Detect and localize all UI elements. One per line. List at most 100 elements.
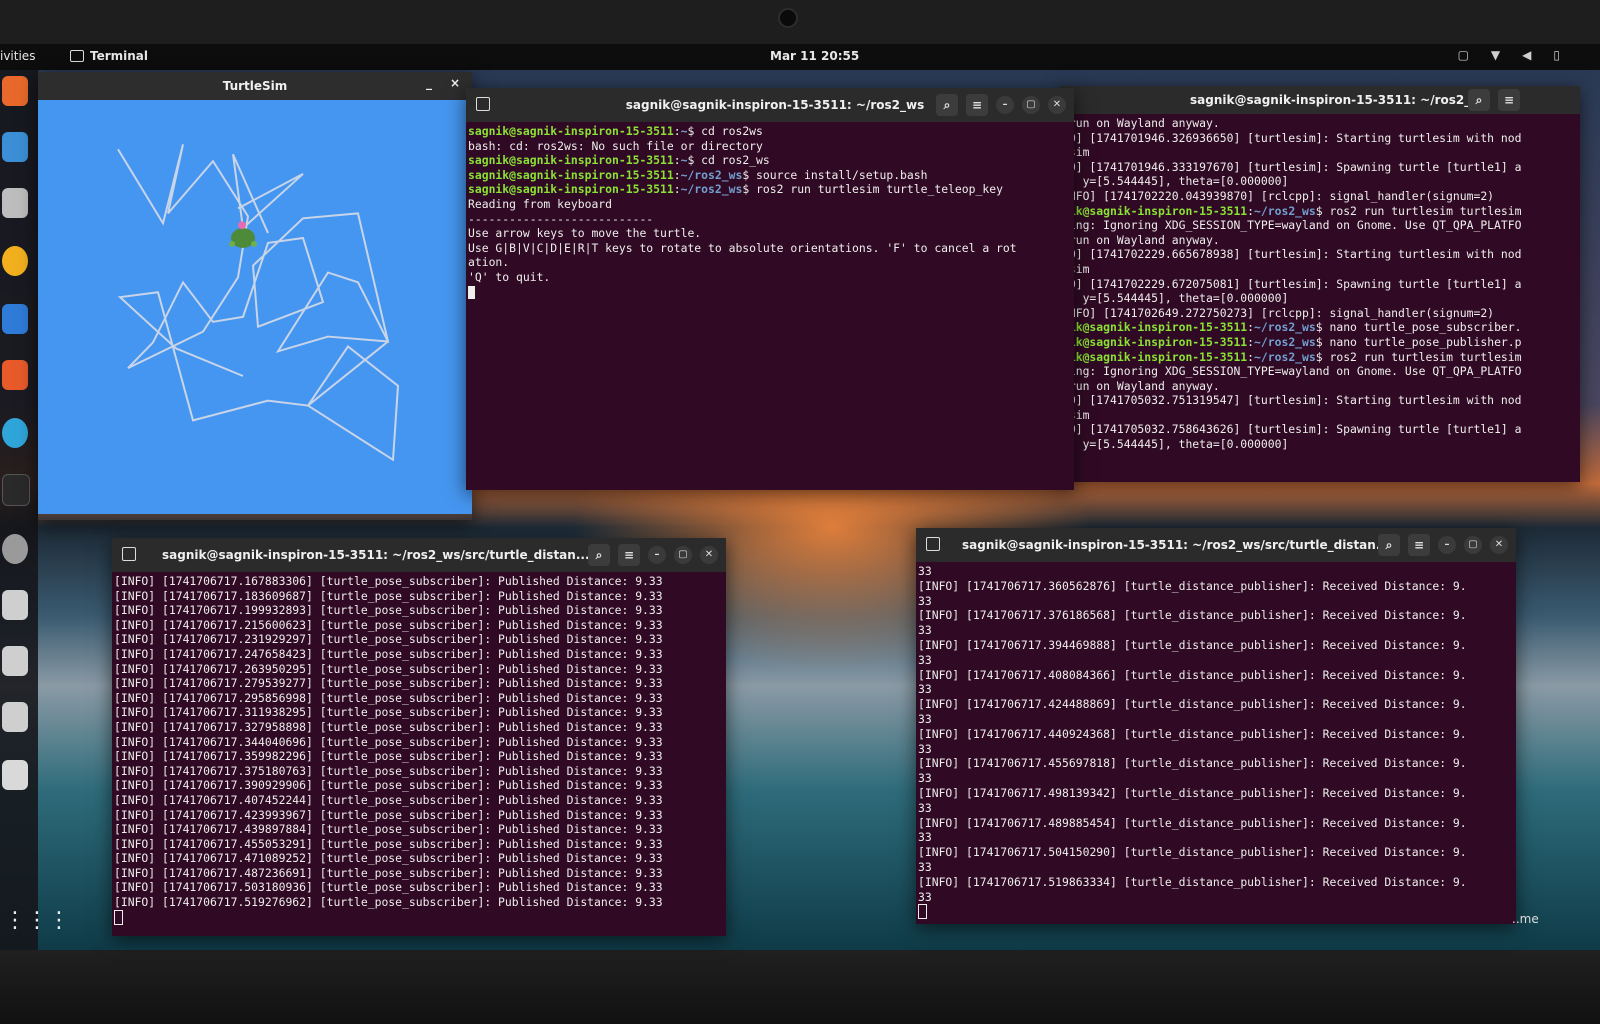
- search-icon[interactable]: ⌕: [1378, 534, 1400, 556]
- terminal-line: 33: [918, 623, 932, 638]
- desktop-overlay-label: ..me: [1512, 912, 1539, 926]
- search-icon[interactable]: ⌕: [936, 94, 958, 116]
- terminal-window-publisher[interactable]: sagnik@sagnik-inspiron-15-3511: ~/ros2_w…: [916, 528, 1516, 924]
- terminal-line: [INFO] [1741706717.199932893] [turtle_po…: [114, 603, 663, 618]
- window-titlebar[interactable]: TurtleSim _ ×: [38, 72, 472, 100]
- terminal-line: 'Q' to quit.: [468, 269, 551, 284]
- terminal-line: [INFO] [1741706717.408084366] [turtle_di…: [918, 667, 1467, 682]
- system-tray[interactable]: ▢ ▼ ◀ ▯: [1458, 48, 1560, 62]
- terminal-line: Reading from keyboard: [468, 196, 613, 211]
- terminal-line: run on Wayland anyway.: [1062, 116, 1220, 130]
- drive-icon[interactable]: [2, 590, 28, 620]
- terminal-output[interactable]: sagnik@sagnik-inspiron-15-3511:~$ cd ros…: [466, 122, 1074, 490]
- terminal-line: [INFO] [1741706717.375180763] [turtle_po…: [114, 763, 663, 778]
- terminal-output[interactable]: 33 [INFO] [1741706717.360562876] [turtle_…: [916, 562, 1516, 924]
- terminal-window-turtlesim[interactable]: sagnik@sagnik-inspiron-15-3511: ~/ros2_w…: [1060, 86, 1580, 482]
- rhythmbox-icon[interactable]: [2, 246, 28, 276]
- prompt-separator: :: [1247, 349, 1255, 364]
- files-icon[interactable]: [2, 188, 28, 218]
- terminal-window-subscriber[interactable]: sagnik@sagnik-inspiron-15-3511: ~/ros2_w…: [112, 538, 726, 936]
- terminal-line: ation.: [468, 255, 510, 270]
- battery-icon: ▯: [1553, 48, 1560, 62]
- maximize-button[interactable]: ▢: [1464, 536, 1482, 554]
- terminal-output[interactable]: [INFO] [1741706717.167883306] [turtle_po…: [112, 572, 726, 936]
- minimize-button[interactable]: –: [996, 96, 1014, 114]
- terminal-line: [INFO] [1741706717.376186568] [turtle_di…: [918, 608, 1467, 623]
- prompt-user: nik@sagnik-inspiron-15-3511: [1062, 349, 1248, 364]
- new-tab-icon[interactable]: [926, 537, 940, 551]
- volume-icon: ◀: [1522, 48, 1532, 62]
- wifi-icon: ▼: [1490, 48, 1501, 62]
- help-icon[interactable]: [2, 418, 28, 448]
- terminal-line: 33: [918, 593, 932, 608]
- menu-icon[interactable]: ≡: [618, 544, 640, 566]
- menu-icon[interactable]: ≡: [1498, 89, 1520, 111]
- command-text: $ source install/setup.bash: [742, 167, 928, 182]
- maximize-button[interactable]: ▢: [674, 546, 692, 564]
- prompt-user: nik@sagnik-inspiron-15-3511: [1062, 203, 1248, 218]
- minimize-button[interactable]: _: [426, 76, 432, 90]
- terminal-line: [INFO] [1741706717.394469888] [turtle_di…: [918, 637, 1467, 652]
- trash-icon[interactable]: [2, 760, 28, 790]
- prompt-path: ~/ros2_ws: [680, 182, 743, 197]
- terminal-line: sagnik@sagnik-inspiron-15-3511:~/ros2_ws…: [468, 168, 1072, 183]
- turtlesim-window[interactable]: TurtleSim _ ×: [38, 72, 472, 520]
- search-icon[interactable]: ⌕: [1468, 89, 1490, 111]
- window-title: TurtleSim: [222, 79, 288, 93]
- activities-button[interactable]: ivities: [0, 49, 35, 63]
- prompt-path: ~/ros2_ws: [680, 167, 743, 182]
- terminal-line: [INFO] [1741706717.424488869] [turtle_di…: [918, 697, 1467, 712]
- window-titlebar[interactable]: sagnik@sagnik-inspiron-15-3511: ~/ros2_w…: [466, 88, 1074, 122]
- close-button[interactable]: ×: [450, 76, 460, 90]
- terminal-line: nik@sagnik-inspiron-15-3511:~/ros2_ws$ r…: [1062, 204, 1578, 219]
- terminal-line: [INFO] [1741706717.440924368] [turtle_di…: [918, 726, 1467, 741]
- terminal-line: [INFO] [1741706717.487236691] [turtle_po…: [114, 865, 663, 880]
- terminal-line: [INFO] [1741706717.247658423] [turtle_po…: [114, 646, 663, 661]
- maximize-button[interactable]: ▢: [1022, 96, 1040, 114]
- terminal-line: [INFO] [1741706717.455697818] [turtle_di…: [918, 756, 1467, 771]
- app-menu[interactable]: Terminal: [70, 49, 148, 63]
- minimize-button[interactable]: –: [1438, 536, 1456, 554]
- close-button[interactable]: ✕: [1048, 96, 1066, 114]
- terminal-line: [INFO] [1741706717.519863334] [turtle_di…: [918, 874, 1467, 889]
- drive-icon-3[interactable]: [2, 702, 28, 732]
- menu-icon[interactable]: ≡: [966, 94, 988, 116]
- writer-icon[interactable]: [2, 304, 28, 334]
- firefox-icon[interactable]: [2, 76, 28, 106]
- menu-icon[interactable]: ≡: [1408, 534, 1430, 556]
- drive-icon-2[interactable]: [2, 646, 28, 676]
- terminal-dock-icon[interactable]: [2, 474, 30, 506]
- terminal-window-teleop[interactable]: sagnik@sagnik-inspiron-15-3511: ~/ros2_w…: [466, 88, 1074, 490]
- settings-icon[interactable]: [2, 534, 28, 564]
- window-titlebar[interactable]: sagnik@sagnik-inspiron-15-3511: ~/ros2_w…: [112, 538, 726, 572]
- clock[interactable]: Mar 11 20:55: [770, 49, 859, 63]
- terminal-line: nik@sagnik-inspiron-15-3511:~/ros2_ws$ r…: [1062, 350, 1578, 365]
- command-text: $ ros2 run turtlesim turtlesim: [1315, 203, 1522, 218]
- terminal-output[interactable]: run on Wayland anyway. FO] [1741701946.32…: [1060, 114, 1580, 482]
- minimize-button[interactable]: –: [648, 546, 666, 564]
- show-apps-grid-icon[interactable]: ⋮⋮⋮: [4, 908, 70, 933]
- prompt-separator: :: [1247, 203, 1255, 218]
- new-tab-icon[interactable]: [122, 547, 136, 561]
- prompt-separator: :: [673, 124, 681, 138]
- terminal-line: [INFO] [1741706717.423993967] [turtle_po…: [114, 807, 663, 822]
- window-titlebar[interactable]: sagnik@sagnik-inspiron-15-3511: ~/ros2_w…: [916, 528, 1516, 562]
- terminal-line: 33: [918, 741, 932, 756]
- window-titlebar[interactable]: sagnik@sagnik-inspiron-15-3511: ~/ros2_w…: [1060, 86, 1580, 114]
- search-icon[interactable]: ⌕: [588, 544, 610, 566]
- prompt-path: ~/ros2_ws: [1254, 203, 1316, 218]
- terminal-line: INFO] [1741702220.043939870] [rclcpp]: s…: [1062, 188, 1495, 203]
- thunderbird-icon[interactable]: [2, 132, 28, 162]
- terminal-line: [INFO] [1741706717.407452244] [turtle_po…: [114, 792, 663, 807]
- close-button[interactable]: ✕: [1490, 536, 1508, 554]
- command-text: $ cd ros2ws: [687, 124, 763, 138]
- terminal-line: [INFO] [1741706717.215600623] [turtle_po…: [114, 617, 663, 632]
- software-center-icon[interactable]: [2, 360, 28, 390]
- terminal-line: ], y=[5.544445], theta=[0.000000]: [1062, 437, 1289, 452]
- close-button[interactable]: ✕: [700, 546, 718, 564]
- terminal-line: esim: [1062, 261, 1090, 276]
- command-text: $ nano turtle_pose_subscriber.: [1315, 320, 1522, 335]
- terminal-line: nik@sagnik-inspiron-15-3511:~/ros2_ws$ n…: [1062, 320, 1578, 335]
- terminal-cursor: [468, 285, 475, 299]
- terminal-line: [INFO] [1741706717.390929906] [turtle_po…: [114, 778, 663, 793]
